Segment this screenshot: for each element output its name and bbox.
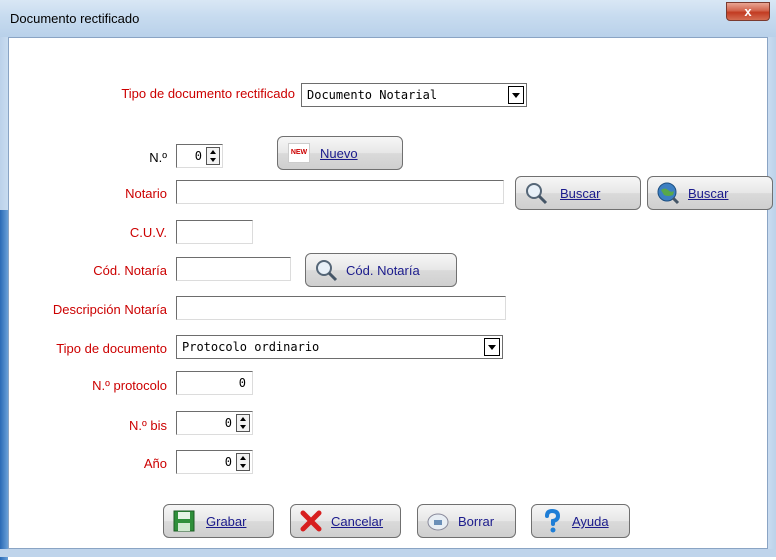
borrar-label: Borrar	[458, 514, 495, 529]
dialog-window: Documento rectificado x Tipo de document…	[0, 0, 776, 560]
numero-value: 0	[194, 149, 202, 163]
window-frame-right	[768, 37, 776, 557]
notario-label: Notario	[125, 186, 167, 201]
tipo-doc-rect-select[interactable]: Documento Notarial	[301, 83, 527, 107]
window-frame-bottom	[0, 549, 776, 557]
cancelar-label: Cancelar	[331, 514, 384, 529]
nuevo-label: Nuevo	[320, 146, 358, 161]
globe-search-icon	[657, 182, 680, 205]
buscar-label: Buscar	[560, 186, 601, 201]
magnifier-icon	[526, 183, 548, 205]
magnifier-icon	[316, 260, 338, 282]
descripcion-notaria-field[interactable]	[176, 296, 506, 320]
numero-stepper[interactable]: 0	[176, 144, 223, 168]
buscar-button[interactable]: Buscar	[515, 176, 641, 210]
cod-notaria-field[interactable]	[176, 257, 291, 281]
title-bar[interactable]: Documento rectificado x	[0, 0, 776, 38]
buscar-web-button[interactable]: Buscar	[647, 176, 773, 210]
num-bis-value: 0	[224, 416, 232, 430]
ayuda-label: Ayuda	[572, 514, 609, 529]
spin-arrows-icon[interactable]	[236, 453, 250, 471]
window-frame-accent	[0, 210, 8, 560]
cod-notaria-button[interactable]: Cód. Notaría	[305, 253, 457, 287]
num-protocolo-value: 0	[238, 376, 246, 390]
save-icon	[173, 510, 195, 532]
cancelar-button[interactable]: Cancelar	[290, 504, 401, 538]
ayuda-button[interactable]: Ayuda	[531, 504, 630, 538]
close-button[interactable]: x	[726, 2, 770, 21]
spin-arrows-icon[interactable]	[236, 414, 250, 432]
num-bis-stepper[interactable]: 0	[176, 411, 253, 435]
tipo-doc-rect-label: Tipo de documento rectificado	[121, 86, 295, 101]
eraser-icon	[427, 513, 449, 531]
buscar-web-label: Buscar	[688, 186, 729, 201]
tipo-documento-select[interactable]: Protocolo ordinario	[176, 335, 503, 359]
num-bis-label: N.º bis	[129, 418, 167, 433]
dialog-client-area	[8, 37, 768, 549]
grabar-button[interactable]: Grabar	[163, 504, 274, 538]
tipo-documento-value: Protocolo ordinario	[182, 340, 320, 354]
chevron-down-icon[interactable]	[508, 86, 524, 104]
num-protocolo-label: N.º protocolo	[92, 378, 167, 393]
tipo-doc-rect-value: Documento Notarial	[307, 88, 438, 102]
anio-label: Año	[143, 456, 167, 471]
descripcion-notaria-label: Descripción Notaría	[52, 302, 167, 317]
num-protocolo-field[interactable]: 0	[176, 371, 253, 395]
numero-label: N.º	[149, 150, 167, 165]
anio-value: 0	[224, 455, 232, 469]
help-icon	[545, 509, 561, 533]
borrar-button[interactable]: Borrar	[417, 504, 516, 538]
window-title: Documento rectificado	[10, 11, 140, 26]
cod-notaria-button-label: Cód. Notaría	[346, 263, 420, 278]
chevron-down-icon[interactable]	[484, 338, 500, 356]
new-icon: NEW	[288, 143, 310, 163]
tipo-documento-label: Tipo de documento	[56, 341, 167, 356]
cancel-x-icon	[300, 510, 322, 532]
spin-arrows-icon[interactable]	[206, 147, 220, 165]
cuv-label: C.U.V.	[129, 225, 167, 240]
grabar-label: Grabar	[206, 514, 247, 529]
cod-notaria-label: Cód. Notaría	[93, 263, 167, 278]
notario-field[interactable]	[176, 180, 504, 204]
cuv-field[interactable]	[176, 220, 253, 244]
nuevo-button[interactable]: NEW Nuevo	[277, 136, 403, 170]
anio-stepper[interactable]: 0	[176, 450, 253, 474]
